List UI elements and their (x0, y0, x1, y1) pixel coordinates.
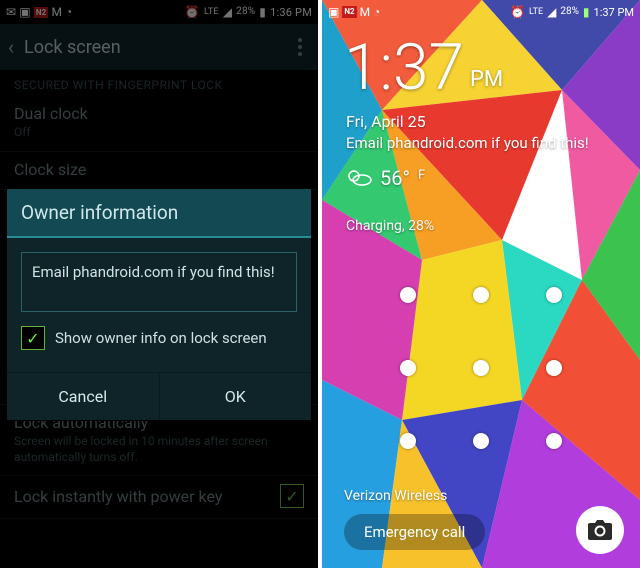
owner-info-input[interactable]: Email phandroid.com if you find this! (21, 252, 297, 312)
signal-icon: ◢ (547, 6, 556, 18)
weather-temp: 56° (380, 166, 410, 190)
checkbox-label: Show owner info on lock screen (55, 329, 267, 347)
lock-clock: 1:37 PM (344, 36, 503, 100)
weather-partly-cloudy-icon (346, 168, 372, 188)
pattern-dot[interactable] (473, 287, 489, 303)
clock-time: 1:37 (344, 36, 464, 100)
pattern-dot[interactable] (546, 287, 562, 303)
weather-unit: F (418, 168, 425, 183)
carrier-label: Verizon Wireless (344, 488, 447, 504)
pattern-dot[interactable] (473, 360, 489, 376)
owner-info-text: Email phandroid.com if you find this! (346, 134, 589, 152)
lock-screen: ▣ N2 M ◔ ⏰ LTE ◢ 28% ▮ 1:37 PM 1:37 PM F… (322, 0, 640, 568)
lock-date: Fri, April 25 (346, 112, 426, 131)
settings-screen: ✉ ▣ N2 M ◔ ⏰ LTE ◢ 28% ▮ 1:36 PM ‹ Lock … (0, 0, 318, 568)
status-notification-icons: ▣ N2 M ◔ (328, 6, 380, 18)
camera-shortcut-button[interactable] (576, 506, 624, 554)
status-clock-right: 1:37 PM (594, 6, 634, 19)
cancel-button[interactable]: Cancel (7, 373, 159, 420)
pattern-dot[interactable] (400, 287, 416, 303)
emergency-call-button[interactable]: Emergency call (344, 514, 485, 550)
ok-button[interactable]: OK (159, 373, 312, 420)
dialog-title: Owner information (7, 189, 311, 238)
pattern-dot[interactable] (546, 433, 562, 449)
battery-charging-icon: ▮ (583, 6, 590, 18)
checkbox-checked-icon: ✓ (21, 326, 45, 350)
weather-widget: 56° F (346, 166, 425, 190)
battery-percent: 28% (560, 7, 579, 17)
lte-label: LTE (529, 8, 543, 17)
screenshot-icon: ▣ (328, 6, 339, 18)
charging-status: Charging, 28% (346, 218, 434, 234)
owner-info-dialog: Owner information Email phandroid.com if… (6, 188, 312, 421)
status-bar-right: ▣ N2 M ◔ ⏰ LTE ◢ 28% ▮ 1:37 PM (322, 0, 640, 24)
pattern-dot[interactable] (473, 433, 489, 449)
pattern-dot[interactable] (400, 360, 416, 376)
alarm-icon: ⏰ (510, 6, 525, 18)
pattern-dot[interactable] (546, 360, 562, 376)
camera-icon (588, 520, 612, 540)
news-badge-icon: N2 (342, 6, 356, 18)
mail-icon: M (360, 6, 370, 18)
clock-ampm: PM (470, 67, 503, 100)
pattern-unlock-grid[interactable] (371, 258, 591, 478)
clock-icon: ◔ (373, 6, 380, 18)
show-owner-checkbox[interactable]: ✓ Show owner info on lock screen (21, 326, 297, 350)
pattern-dot[interactable] (400, 433, 416, 449)
